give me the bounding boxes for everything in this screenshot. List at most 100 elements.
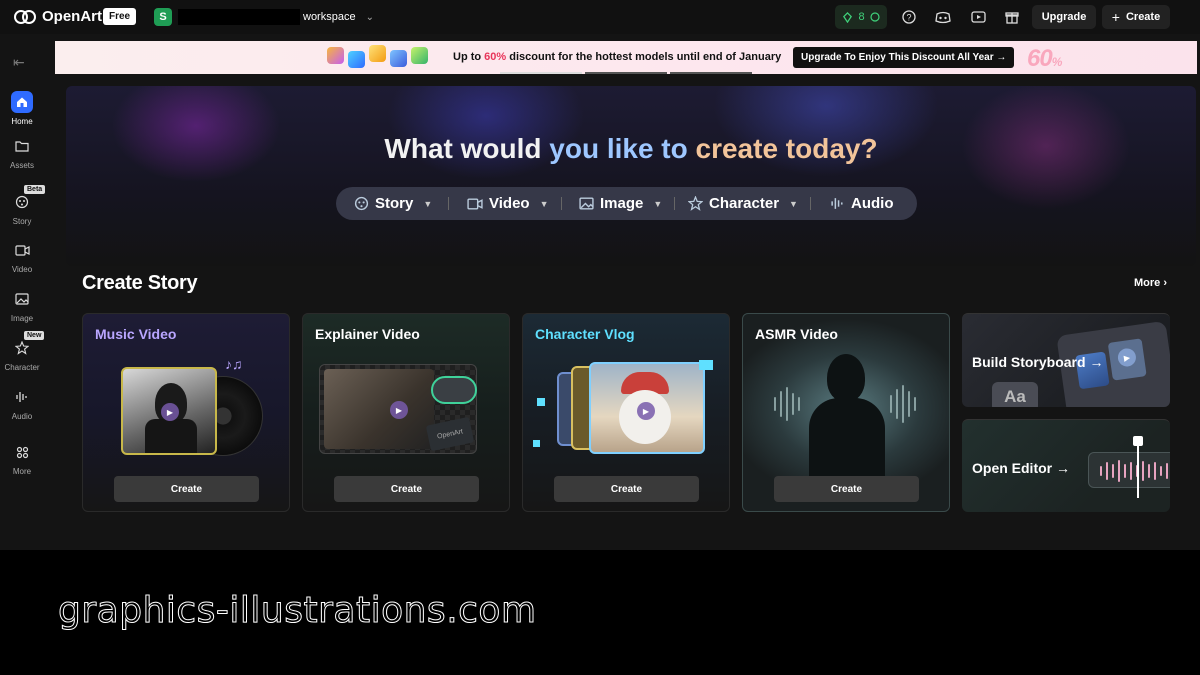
workspace-avatar: S <box>154 8 172 26</box>
cat-at-desk-image <box>324 369 434 449</box>
character-icon <box>688 196 703 211</box>
gift-icon[interactable] <box>999 5 1025 29</box>
pagination-dot[interactable] <box>585 72 667 74</box>
story-card-music-video[interactable]: Music Video ▶ ♪♫ Create <box>82 313 290 512</box>
play-icon[interactable]: ▶ <box>637 402 655 420</box>
promo-60-graphic: 60% <box>1027 45 1063 73</box>
help-icon[interactable]: ? <box>896 5 922 29</box>
create-asmr-video-button[interactable]: Create <box>774 476 919 502</box>
logo[interactable]: OpenArt <box>14 8 102 25</box>
story-card-asmr-video[interactable]: ASMR Video Create <box>742 313 950 512</box>
create-character-vlog-button[interactable]: Create <box>554 476 699 502</box>
tab-story[interactable]: Story ▼ <box>354 187 432 220</box>
sidebar-item-video[interactable]: Video <box>0 239 44 274</box>
play-icon[interactable]: ▶ <box>161 403 179 421</box>
create-explainer-video-button[interactable]: Create <box>334 476 479 502</box>
new-tag: New <box>24 331 45 340</box>
credits-coin-icon <box>869 12 880 22</box>
upgrade-button[interactable]: Upgrade <box>1032 5 1096 29</box>
sidebar: ⇤ Home Assets Beta Story Video Image New… <box>0 34 46 550</box>
credits-badge[interactable]: 8 <box>835 5 887 29</box>
model-app-icon <box>369 45 386 62</box>
build-storyboard-card[interactable]: ▶ Aa Build Storyboard → <box>962 313 1170 407</box>
microphone-graphic <box>431 376 477 404</box>
card-title: Explainer Video <box>315 326 420 342</box>
plus-icon: + <box>1111 9 1120 25</box>
sidebar-item-home[interactable]: Home <box>0 91 44 126</box>
tab-character[interactable]: Character ▼ <box>688 187 798 220</box>
hero-title-part: you like to <box>549 133 696 164</box>
model-app-icon <box>411 47 428 64</box>
character-icon <box>11 337 33 359</box>
open-editor-card[interactable]: Open Editor → <box>962 419 1170 512</box>
music-note-icon: ♪♫ <box>225 356 243 372</box>
beta-tag: Beta <box>24 185 46 194</box>
chevron-down-icon: ⌄ <box>365 11 374 23</box>
sidebar-item-label: Image <box>10 314 34 323</box>
sidebar-item-character[interactable]: New Character <box>0 331 45 372</box>
story-card-character-vlog[interactable]: Character Vlog ▶ Create <box>522 313 730 512</box>
tab-divider <box>561 197 562 210</box>
promo-text-suffix: discount for the hottest models until en… <box>506 51 782 63</box>
grid-icon <box>11 441 33 463</box>
play-icon[interactable]: ▶ <box>390 401 408 419</box>
model-app-icon <box>390 50 407 67</box>
promo-text-prefix: Up to <box>453 51 485 63</box>
caret-down-icon: ▼ <box>789 198 798 209</box>
promo-pagination <box>500 72 752 74</box>
tab-label: Image <box>600 195 644 212</box>
home-icon <box>11 91 33 113</box>
brand-name: OpenArt <box>42 8 102 25</box>
audio-icon <box>831 198 843 209</box>
sidebar-item-image[interactable]: Image <box>0 288 44 323</box>
playhead-handle-icon[interactable] <box>1133 436 1143 446</box>
discord-icon[interactable] <box>930 5 956 29</box>
story-card-explainer-video[interactable]: Explainer Video ▶ OpenArt Create <box>302 313 510 512</box>
caret-down-icon: ▼ <box>539 198 549 209</box>
redacted-workspace-owner <box>178 9 300 25</box>
gem-icon <box>843 11 853 23</box>
create-button[interactable]: + Create <box>1102 5 1170 29</box>
video-icon <box>11 239 33 261</box>
image-icon <box>579 197 594 210</box>
workspace-name: workspace <box>303 11 356 23</box>
sound-wave-graphic <box>774 385 916 423</box>
story-icon <box>11 191 33 213</box>
caret-down-icon: ▼ <box>653 198 663 209</box>
section-title: Create Story <box>82 272 198 294</box>
promo-big-suffix: % <box>1051 55 1063 69</box>
workspace-selector[interactable]: S workspace ⌄ <box>150 5 376 29</box>
caret-down-icon: ▼ <box>423 198 433 209</box>
pixel-decoration <box>699 360 713 370</box>
sidebar-item-audio[interactable]: Audio <box>0 386 44 421</box>
create-music-video-button[interactable]: Create <box>114 476 259 502</box>
build-storyboard-title: Build Storyboard → <box>972 354 1104 370</box>
pagination-dot[interactable] <box>670 72 752 74</box>
tab-image[interactable]: Image ▼ <box>579 187 662 220</box>
promo-percent: 60% <box>484 51 507 63</box>
credits-count: 8 <box>858 11 865 23</box>
promo-upgrade-button[interactable]: Upgrade To Enjoy This Discount All Year … <box>793 47 1015 68</box>
tab-divider <box>674 197 675 210</box>
hero-section: What would you like to create today? Sto… <box>66 86 1196 266</box>
collapse-sidebar-icon[interactable]: ⇤ <box>13 54 25 71</box>
sidebar-item-label: More <box>12 467 32 476</box>
image-icon <box>11 288 33 310</box>
tab-audio[interactable]: Audio <box>830 187 894 220</box>
promo-banner[interactable]: Up to 60% discount for the hottest model… <box>55 41 1197 74</box>
tab-label: Video <box>489 195 530 212</box>
create-type-tabs: Story ▼ Video ▼ Image ▼ Character ▼ Audi… <box>336 187 917 220</box>
card-title: Music Video <box>95 326 177 342</box>
tab-video[interactable]: Video ▼ <box>467 187 549 220</box>
promo-big-number: 60 <box>1027 45 1053 72</box>
pagination-dot[interactable] <box>500 72 582 74</box>
more-link[interactable]: More › <box>1134 277 1167 289</box>
hero-title-part: create today? <box>695 133 878 164</box>
youtube-icon[interactable] <box>965 5 991 29</box>
sidebar-item-assets[interactable]: Assets <box>0 135 44 170</box>
sidebar-item-more[interactable]: More <box>0 441 44 476</box>
svg-text:?: ? <box>906 13 911 23</box>
sidebar-item-story[interactable]: Beta Story <box>0 185 46 226</box>
music-video-thumbnail: ▶ <box>121 367 217 455</box>
model-app-icon <box>348 51 365 68</box>
